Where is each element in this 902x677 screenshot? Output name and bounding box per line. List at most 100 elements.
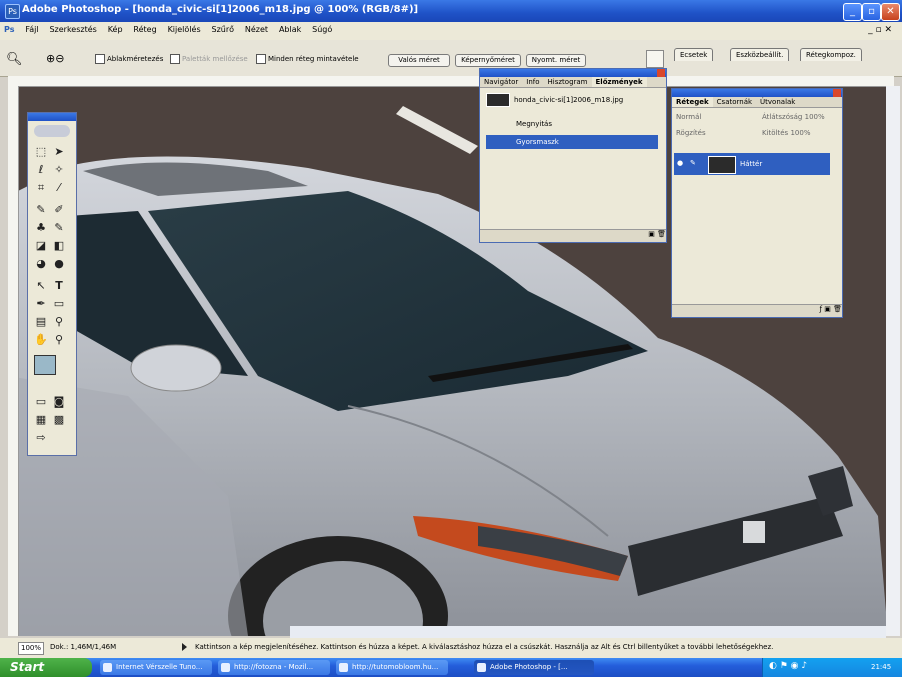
type-icon[interactable]: T [52, 279, 66, 293]
fill-value[interactable]: 100% [790, 129, 810, 137]
tab-paths[interactable]: Útvonalak [756, 97, 799, 107]
tab-layers[interactable]: Rétegek [672, 97, 713, 107]
doc-window-controls[interactable]: _ ▫ ✕ [864, 22, 896, 35]
notes-icon[interactable]: ▤ [34, 315, 48, 329]
adobe-logo-icon[interactable] [34, 125, 70, 137]
well-tab-layer-comps[interactable]: Rétegkompoz. [800, 48, 862, 61]
brush-link-icon: ✎ [690, 159, 696, 167]
layers-panel-footer: ƒ ▣ 🗑︎ [672, 304, 842, 317]
dodge-icon[interactable]: ● [52, 257, 66, 271]
new-snapshot-icon[interactable]: ▣ [648, 230, 657, 238]
new-layer-icon[interactable]: ▣ [824, 305, 833, 313]
taskbar: Start Internet Vérszelle Tuno... http://… [0, 658, 902, 677]
gradient-icon[interactable]: ◧ [52, 239, 66, 253]
tray-icons[interactable]: ◐ ⚑ ◉ ♪ [769, 661, 807, 671]
zoom-in-out-icon[interactable]: ⊕⊖ [46, 52, 64, 65]
status-menu-arrow-icon[interactable] [182, 643, 187, 651]
move-icon[interactable]: ➤ [52, 145, 66, 159]
brush-icon[interactable]: ✐ [52, 203, 66, 217]
vertical-scrollbar[interactable] [886, 86, 900, 636]
toolbox-header[interactable] [28, 113, 76, 121]
heal-icon[interactable]: ✎ [34, 203, 48, 217]
stamp-icon[interactable]: ♣ [34, 221, 48, 235]
all-layers-checkbox[interactable]: Minden réteg mintavétele [256, 54, 359, 64]
layer-row-background[interactable]: ● ✎ Háttér [674, 153, 830, 175]
maximize-button[interactable]: ▫ [862, 3, 881, 21]
start-button[interactable]: Start [0, 658, 92, 677]
menu-view[interactable]: Nézet [241, 22, 272, 34]
title-bar: Ps Adobe Photoshop - [honda_civic-si[1]2… [0, 0, 902, 22]
actual-pixels-button[interactable]: Valós méret [388, 54, 450, 67]
ignore-palettes-checkbox[interactable]: Paletták mellőzése [170, 54, 248, 64]
menu-select[interactable]: Kijelölés [164, 22, 205, 34]
minimize-button[interactable]: _ [843, 3, 862, 21]
task-item[interactable]: http://fotozna - Mozil... [218, 660, 330, 675]
eye-icon[interactable]: ● [677, 159, 683, 167]
task-item[interactable]: http://tutomobloom.hu... [336, 660, 448, 675]
close-icon[interactable] [657, 69, 665, 77]
task-item-active[interactable]: Adobe Photoshop - [... [474, 660, 594, 675]
menu-help[interactable]: Súgó [308, 22, 336, 34]
fit-screen-button[interactable]: Képernyőméret [455, 54, 521, 67]
history-brush-icon[interactable]: ✎ [52, 221, 66, 235]
ruler-left [8, 86, 19, 636]
standard-mode-icon[interactable]: ▭ [34, 395, 48, 409]
palette-well-icon[interactable] [646, 50, 664, 68]
crop-icon[interactable]: ⌗ [34, 181, 48, 195]
menu-file[interactable]: Fájl [21, 22, 42, 34]
path-select-icon[interactable]: ↖ [34, 279, 48, 293]
marquee-icon[interactable]: ⬚ [34, 145, 48, 159]
foreground-color-swatch[interactable] [34, 355, 56, 375]
tab-info[interactable]: Info [522, 77, 543, 87]
tab-history[interactable]: Előzmények [591, 77, 647, 87]
hand-icon[interactable]: ✋ [34, 333, 48, 347]
history-row-quickmask[interactable]: Gyorsmaszk [486, 135, 658, 149]
snapshot-thumbnail [486, 93, 510, 107]
history-row-open[interactable]: Megnyitás [486, 117, 658, 131]
horizontal-scrollbar[interactable] [290, 626, 886, 638]
history-panel-footer: ▣ 🗑︎ [480, 229, 666, 242]
menu-window[interactable]: Ablak [275, 22, 305, 34]
menu-image[interactable]: Kép [104, 22, 127, 34]
layers-panel: Rétegek Csatornák Útvonalak Normál Átlátsz… [671, 88, 843, 318]
task-item[interactable]: Internet Vérszelle Tuno... [100, 660, 212, 675]
layer-name: Háttér [740, 160, 763, 168]
blend-mode-select[interactable]: Normál [676, 113, 701, 121]
tab-navigator[interactable]: Navigátor [480, 77, 522, 87]
history-panel-header[interactable] [480, 69, 666, 77]
delete-icon[interactable]: 🗑︎ [833, 305, 842, 313]
zoom-tool-icon[interactable]: ⚲ [52, 333, 66, 347]
print-size-button[interactable]: Nyomt. méret [526, 54, 586, 67]
fullscreen-mode-icon[interactable]: ▩ [52, 413, 66, 427]
lasso-icon[interactable]: ℓ [34, 163, 48, 177]
close-icon[interactable] [833, 89, 841, 97]
well-tab-tool-presets[interactable]: Eszközbeállít. [730, 48, 790, 61]
eyedropper-icon[interactable]: ⚲ [52, 315, 66, 329]
blur-icon[interactable]: ◕ [34, 257, 48, 271]
menu-edit[interactable]: Szerkesztés [45, 22, 100, 34]
menu-icon: Ps [4, 25, 15, 34]
close-button[interactable]: ✕ [881, 3, 900, 21]
opacity-value[interactable]: 100% [805, 113, 825, 121]
jump-to-imageready-icon[interactable]: ⇨ [34, 431, 48, 445]
quickmask-mode-icon[interactable]: ◙ [52, 395, 66, 409]
magic-wand-icon[interactable]: ✧ [52, 163, 66, 177]
ruler-top [8, 76, 894, 87]
layers-panel-header[interactable] [672, 89, 842, 97]
slice-icon[interactable]: ⁄ [52, 181, 66, 195]
tab-histogram[interactable]: Hisztogram [544, 77, 592, 87]
menu-layer[interactable]: Réteg [129, 22, 160, 34]
pen-icon[interactable]: ✒ [34, 297, 48, 311]
menu-filter[interactable]: Szűrő [207, 22, 238, 34]
history-snapshot[interactable]: honda_civic-si[1]2006_m18.jpg [486, 93, 658, 107]
tab-channels[interactable]: Csatornák [713, 97, 756, 107]
zoom-icon[interactable]: 🔍︎ [6, 52, 23, 67]
shape-icon[interactable]: ▭ [52, 297, 66, 311]
screen-mode-icon[interactable]: ▦ [34, 413, 48, 427]
clock[interactable]: 21:45 [871, 663, 891, 671]
well-tab-brushes[interactable]: Ecsetek [674, 48, 714, 61]
eraser-icon[interactable]: ◪ [34, 239, 48, 253]
zoom-field[interactable]: 100% [18, 642, 44, 655]
resize-windows-checkbox[interactable]: Ablakméretezés [95, 54, 163, 64]
delete-icon[interactable]: 🗑︎ [657, 230, 666, 238]
